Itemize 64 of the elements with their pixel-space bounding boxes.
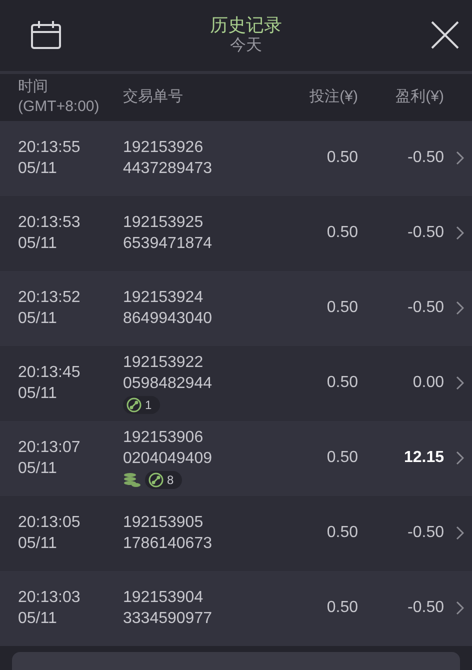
column-header: 时间 (GMT+8:00) (18, 77, 100, 118)
time-text: 20:13:53 (18, 213, 82, 234)
date-text: 05/11 (18, 234, 58, 254)
order-number: 6539471874 (123, 234, 213, 254)
date-text: 05/11 (18, 159, 58, 180)
time-text: 20:13:55 (18, 138, 82, 158)
profit-amount: 12.15 (402, 449, 444, 468)
spin-icon (148, 472, 164, 488)
date-text: 05/11 (18, 384, 58, 404)
bet-amount: 0.50 (326, 149, 358, 168)
close-icon (430, 20, 460, 50)
profit-amount: -0.50 (406, 299, 444, 318)
order-number: 192153906 (123, 428, 204, 448)
order-number: 0598482944 (123, 374, 213, 394)
chevron-icon[interactable] (456, 526, 464, 540)
spins-badge: 8 (145, 471, 182, 490)
profit-amount: -0.50 (406, 524, 444, 542)
column-header: 交易单号 (123, 87, 184, 108)
order-number: 192153924 (123, 288, 204, 308)
date-text: 05/11 (18, 609, 58, 630)
spin-icon (126, 397, 142, 414)
header-subtitle: 今天 (230, 36, 262, 56)
order-number: 192153904 (123, 588, 204, 608)
coins-icon (123, 472, 141, 488)
close-button[interactable] (430, 20, 460, 50)
time-text: 20:13:03 (18, 588, 82, 608)
chevron-icon[interactable] (456, 601, 464, 616)
profit-amount: -0.50 (406, 599, 444, 618)
bet-amount: 0.50 (326, 524, 358, 542)
time-text: 20:13:07 (18, 438, 82, 458)
spins-badge: 1 (123, 396, 160, 414)
order-number: 4437289473 (123, 159, 213, 180)
chevron-icon[interactable] (456, 451, 464, 466)
order-number: 192153925 (123, 213, 204, 234)
bet-amount: 0.50 (326, 599, 358, 618)
date-text: 05/11 (18, 459, 58, 480)
order-number: 8649943040 (123, 309, 213, 330)
bet-amount: 0.50 (326, 449, 358, 468)
bet-amount: 0.50 (326, 299, 358, 318)
time-text: 20:13:52 (18, 288, 82, 308)
profit-amount: -0.50 (406, 224, 444, 242)
bet-amount: 0.50 (326, 224, 358, 242)
order-number: 192153922 (123, 353, 204, 374)
chevron-icon[interactable] (456, 376, 464, 390)
order-number: 1786140673 (123, 534, 213, 554)
calendar-icon (30, 20, 62, 50)
column-header: 盈利(¥) (394, 87, 444, 108)
order-number: 192153926 (123, 138, 204, 158)
header-title: 历史记录 (210, 14, 282, 36)
time-text: 20:13:45 (18, 363, 82, 384)
date-text: 05/11 (18, 309, 58, 330)
chevron-icon[interactable] (456, 151, 464, 166)
chevron-icon[interactable] (456, 301, 464, 316)
order-number: 192153905 (123, 513, 204, 534)
column-header: 投注(¥) (308, 87, 358, 108)
profit-amount: 0.00 (412, 374, 444, 392)
time-text: 20:13:05 (18, 513, 82, 534)
calendar-button[interactable] (30, 20, 62, 50)
order-number: 3334590977 (123, 609, 213, 630)
order-number: 0204049409 (123, 449, 213, 470)
date-text: 05/11 (18, 534, 58, 554)
chevron-icon[interactable] (456, 226, 464, 240)
profit-amount: -0.50 (406, 149, 444, 168)
bet-amount: 0.50 (326, 374, 358, 392)
